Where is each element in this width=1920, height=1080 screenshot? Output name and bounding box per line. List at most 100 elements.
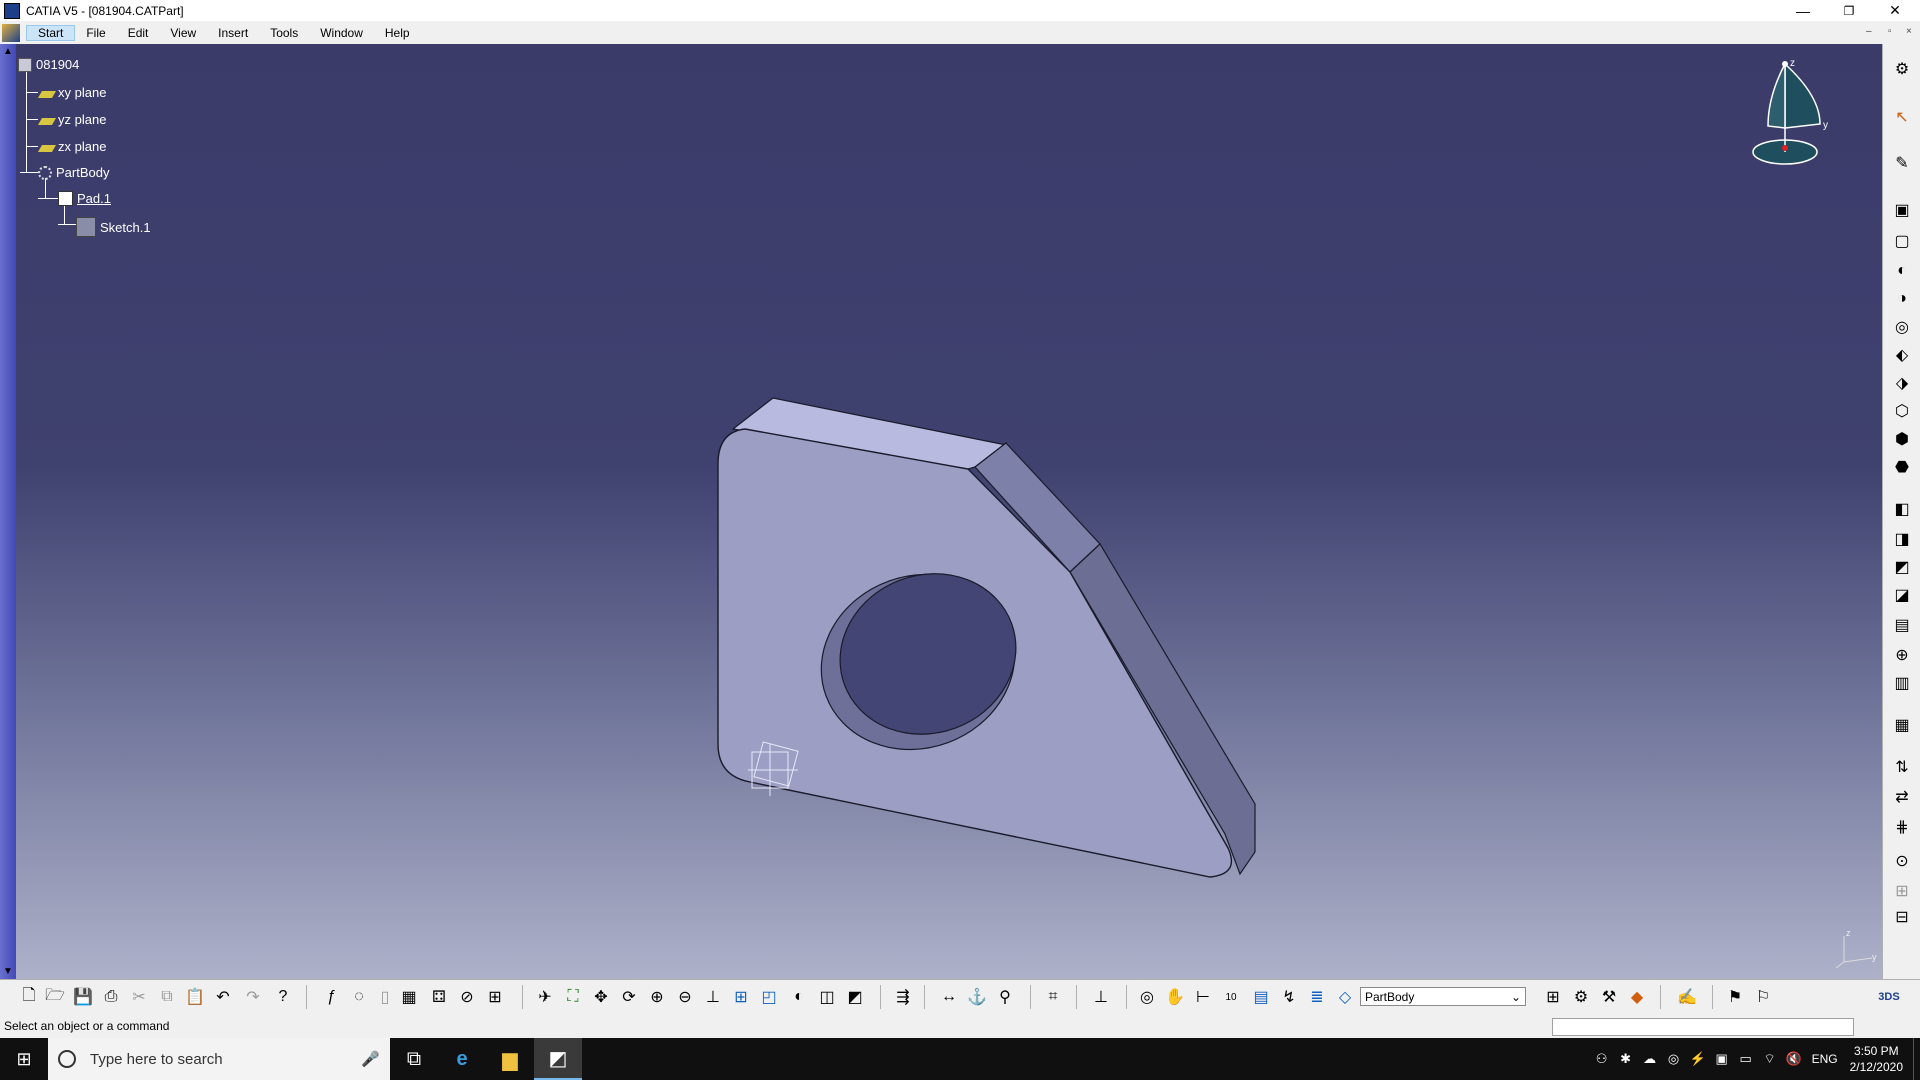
- print-icon[interactable]: ⎙: [100, 986, 122, 1008]
- windows-start-icon[interactable]: ⊞: [0, 1038, 48, 1080]
- paste-icon[interactable]: 📋: [184, 986, 206, 1008]
- command-input[interactable]: [1552, 1018, 1854, 1036]
- hide-show-icon[interactable]: ◫: [816, 986, 838, 1008]
- part-design-icon[interactable]: ⚙: [1570, 986, 1592, 1008]
- zoom-in-icon[interactable]: ⊕: [646, 986, 668, 1008]
- fix-icon[interactable]: ⚲: [994, 986, 1016, 1008]
- language-indicator[interactable]: ENG: [1812, 1052, 1838, 1066]
- boolean-tool-icon[interactable]: ⊞: [1891, 880, 1913, 902]
- removed-section-tool-icon[interactable]: ⬣: [1891, 456, 1913, 478]
- taskbar-search-box[interactable]: Type here to search 🎤: [48, 1038, 390, 1080]
- menu-window[interactable]: Window: [309, 26, 374, 40]
- menu-insert[interactable]: Insert: [207, 26, 259, 40]
- display-icon[interactable]: ▭: [1734, 1051, 1758, 1067]
- measure-icon[interactable]: ⊘: [456, 986, 478, 1008]
- menu-tools[interactable]: Tools: [259, 26, 309, 40]
- pad-tool-icon[interactable]: ▣: [1891, 199, 1913, 221]
- multi-view-icon[interactable]: ⊞: [730, 986, 752, 1008]
- open-file-icon[interactable]: 🗁: [44, 986, 66, 1008]
- stiffener-tool-icon[interactable]: ⬡: [1891, 400, 1913, 422]
- cut-icon[interactable]: ✂: [128, 986, 150, 1008]
- thickness-tool-icon[interactable]: ▤: [1891, 614, 1913, 636]
- bluetooth-icon[interactable]: ✱: [1614, 1051, 1638, 1067]
- tree-root[interactable]: 081904: [18, 57, 79, 72]
- light-icon[interactable]: ▯: [374, 986, 396, 1008]
- copy-icon[interactable]: ⧉: [156, 986, 178, 1008]
- shell-tool-icon[interactable]: ◪: [1891, 584, 1913, 606]
- quick-view-icon[interactable]: ◰: [758, 986, 780, 1008]
- anchor-icon[interactable]: ⚓: [966, 986, 988, 1008]
- file-explorer-icon[interactable]: ▆: [486, 1038, 534, 1080]
- normal-view-icon[interactable]: ⊥: [702, 986, 724, 1008]
- update-all-icon[interactable]: ⇶: [892, 986, 914, 1008]
- task-view-icon[interactable]: ⧉: [390, 1038, 438, 1080]
- fillet-tool-icon[interactable]: ◧: [1891, 498, 1913, 520]
- volume-muted-icon[interactable]: 🔇: [1782, 1051, 1806, 1067]
- menu-view[interactable]: View: [159, 26, 207, 40]
- generative-shape-icon[interactable]: ⚒: [1598, 986, 1620, 1008]
- close-button[interactable]: ✕: [1872, 0, 1918, 21]
- grab-icon[interactable]: ✋: [1164, 986, 1186, 1008]
- catalog-icon[interactable]: ⚃: [428, 986, 450, 1008]
- multi-section-tool-icon[interactable]: ⬢: [1891, 428, 1913, 450]
- restore-button[interactable]: ❐: [1826, 0, 1872, 21]
- swap-visible-space-icon[interactable]: ◩: [844, 986, 866, 1008]
- tree-item-sketch[interactable]: Sketch.1: [76, 217, 151, 237]
- new-file-icon[interactable]: 🗋: [18, 986, 40, 1008]
- save-icon[interactable]: 💾: [72, 986, 94, 1008]
- apply-material-icon[interactable]: ⊞: [484, 986, 506, 1008]
- menu-start[interactable]: Start: [26, 24, 76, 41]
- assemble-tool-icon[interactable]: ⊟: [1891, 906, 1913, 928]
- shaft-tool-icon[interactable]: ◐: [1891, 260, 1913, 282]
- define-in-work-object-icon[interactable]: ◇: [1334, 986, 1356, 1008]
- tree-item-pad[interactable]: Pad.1: [58, 191, 111, 206]
- microphone-icon[interactable]: 🎤: [361, 1050, 380, 1068]
- zoom-out-icon[interactable]: ⊖: [674, 986, 696, 1008]
- snap-icon[interactable]: ◎: [1136, 986, 1158, 1008]
- draft-tool-icon[interactable]: ◩: [1891, 556, 1913, 578]
- people-icon[interactable]: ⚇: [1590, 1051, 1614, 1067]
- compass-snap-icon[interactable]: ↯: [1278, 986, 1300, 1008]
- catia-menu-logo-icon[interactable]: [2, 23, 20, 42]
- doc-restore-button[interactable]: ▫: [1888, 26, 1892, 37]
- table-icon[interactable]: ▦: [398, 986, 420, 1008]
- fly-mode-icon[interactable]: ✈: [534, 986, 556, 1008]
- undo-icon[interactable]: ↶: [212, 986, 234, 1008]
- workbench-options-icon[interactable]: ⚐: [1752, 986, 1774, 1008]
- network-icon[interactable]: ⚡: [1686, 1051, 1710, 1067]
- knowledge-icon[interactable]: ◌: [348, 986, 370, 1008]
- hole-tool-icon[interactable]: ◎: [1891, 316, 1913, 338]
- axis-system-icon[interactable]: ⊥: [1090, 986, 1112, 1008]
- menu-file[interactable]: File: [75, 26, 116, 40]
- layer-icon[interactable]: ▤: [1250, 986, 1272, 1008]
- select-cursor-icon[interactable]: ↖: [1891, 106, 1913, 128]
- catia-taskbar-icon[interactable]: ◩: [534, 1038, 582, 1080]
- sync-icon[interactable]: ◎: [1662, 1051, 1686, 1067]
- translation-tool-icon[interactable]: ⇅: [1891, 756, 1913, 778]
- whats-this-icon[interactable]: ?: [272, 986, 294, 1008]
- insert-body-icon[interactable]: ⊞: [1542, 986, 1564, 1008]
- minimize-button[interactable]: —: [1780, 0, 1826, 21]
- dimension-icon[interactable]: 10: [1220, 986, 1242, 1008]
- split-tool-icon[interactable]: ▦: [1891, 714, 1913, 736]
- thread-tool-icon[interactable]: ⊕: [1891, 644, 1913, 666]
- scaling-tool-icon[interactable]: ⊙: [1891, 850, 1913, 872]
- scroll-down-arrow-icon[interactable]: ▼: [3, 966, 13, 977]
- workbench-switch-icon[interactable]: ⚑: [1724, 986, 1746, 1008]
- work-object-select[interactable]: PartBody ⌄: [1360, 987, 1526, 1006]
- doc-close-button[interactable]: ×: [1906, 26, 1912, 37]
- tree-item-yz-plane[interactable]: yz plane: [37, 112, 106, 127]
- formula-icon[interactable]: ƒ: [320, 986, 342, 1008]
- settings-gear-icon[interactable]: ⚙: [1891, 58, 1913, 80]
- pocket-tool-icon[interactable]: ▢: [1891, 230, 1913, 252]
- compass-icon[interactable]: z y: [1740, 56, 1830, 166]
- part-geometry[interactable]: [0, 44, 1882, 979]
- taskbar-clock[interactable]: 3:50 PM 2/12/2020: [1850, 1043, 1903, 1075]
- render-icon[interactable]: ◆: [1626, 986, 1648, 1008]
- sketcher-icon[interactable]: ✎: [1891, 152, 1913, 174]
- properties-icon[interactable]: ≣: [1306, 986, 1328, 1008]
- constraint-icon[interactable]: ↔: [938, 986, 960, 1008]
- onedrive-icon[interactable]: ☁: [1638, 1051, 1662, 1067]
- scroll-up-arrow-icon[interactable]: ▲: [3, 46, 13, 57]
- mirror-tool-icon[interactable]: ⇄: [1891, 786, 1913, 808]
